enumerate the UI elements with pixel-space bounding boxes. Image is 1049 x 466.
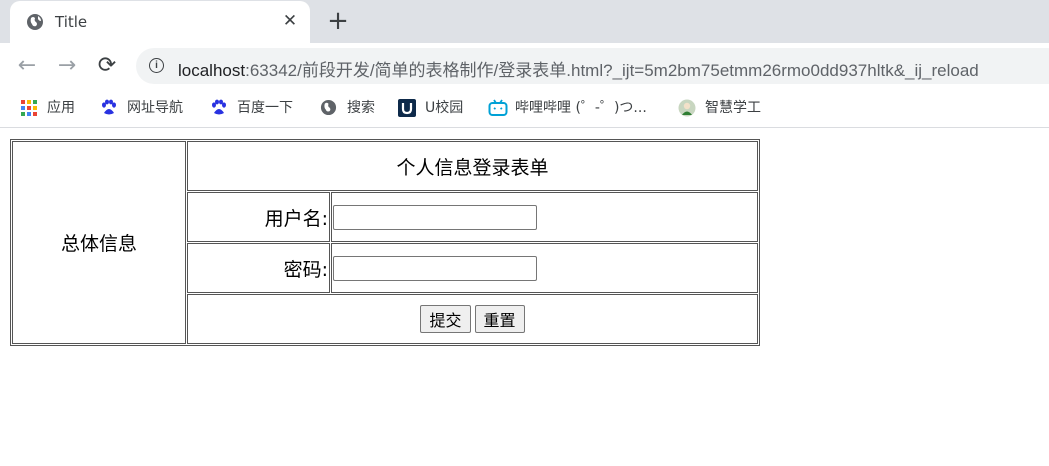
bookmark-label: 百度一下 — [237, 100, 293, 116]
username-label: 用户名: — [264, 207, 328, 230]
new-tab-button[interactable]: + — [324, 7, 352, 35]
bookmark-zhihui[interactable]: 智慧学工 — [678, 89, 761, 125]
username-input[interactable] — [333, 204, 537, 230]
password-label: 密码: — [283, 258, 328, 281]
bookmark-label: 哔哩哔哩 (゜-゜)つ... — [515, 100, 647, 116]
forward-icon[interactable]: → — [53, 53, 81, 79]
back-icon[interactable]: ← — [13, 53, 41, 79]
tab-strip: Title ✕ + — [0, 0, 1049, 43]
login-form-table: 总体信息 个人信息登录表单 用户名: 密码: 提交 重置 — [10, 139, 760, 346]
bilibili-tv-icon — [488, 99, 508, 116]
browser-toolbar: ← → ⟳ i localhost:63342/前段开发/简单的表格制作/登录表… — [0, 43, 1049, 89]
submit-button[interactable]: 提交 — [420, 305, 471, 333]
globe-icon — [26, 13, 44, 35]
summary-cell: 总体信息 — [12, 141, 186, 344]
baidu-paw-icon — [210, 99, 227, 116]
bookmark-baidu[interactable]: 百度一下 — [210, 89, 293, 125]
bookmark-bilibili[interactable]: 哔哩哔哩 (゜-゜)つ... — [488, 89, 647, 125]
bookmark-label: 搜索 — [347, 100, 375, 116]
close-icon[interactable]: ✕ — [278, 9, 302, 33]
address-bar[interactable]: i localhost:63342/前段开发/简单的表格制作/登录表单.html… — [136, 48, 1049, 84]
globe-icon — [320, 99, 337, 116]
apps-grid-icon — [20, 99, 37, 116]
tab-title: Title — [55, 13, 88, 31]
username-label-cell: 用户名: — [187, 192, 330, 242]
password-input[interactable] — [333, 255, 537, 281]
bookmark-label: 智慧学工 — [705, 100, 761, 116]
bookmark-label: U校园 — [425, 100, 464, 116]
buttons-cell: 提交 重置 — [187, 294, 758, 344]
url-text: localhost:63342/前段开发/简单的表格制作/登录表单.html?_… — [178, 56, 979, 81]
baidu-paw-icon — [100, 99, 117, 116]
bookmark-label: 网址导航 — [127, 100, 183, 116]
bookmark-label: 应用 — [47, 100, 75, 116]
browser-tab[interactable]: Title ✕ — [10, 1, 310, 43]
bookmarks-bar: 应用 网址导航 百度一下 搜索 U校园 哔哩哔哩 (゜-゜)つ... 智慧学工 — [0, 89, 1049, 128]
url-path: :63342/前段开发/简单的表格制作/登录表单.html?_ijt=5m2bm… — [245, 61, 979, 80]
password-label-cell: 密码: — [187, 243, 330, 293]
bookmark-uxiaoyuan[interactable]: U校园 — [398, 89, 463, 125]
reset-button[interactable]: 重置 — [474, 305, 525, 333]
bookmark-nav[interactable]: 网址导航 — [100, 89, 183, 125]
avatar-icon — [678, 99, 696, 116]
url-host: localhost — [178, 61, 246, 80]
bookmark-search[interactable]: 搜索 — [320, 89, 375, 125]
reload-icon[interactable]: ⟳ — [93, 53, 121, 79]
username-input-cell — [331, 192, 758, 242]
bookmark-apps[interactable]: 应用 — [20, 89, 75, 125]
summary-label: 总体信息 — [60, 233, 137, 255]
password-input-cell — [331, 243, 758, 293]
info-icon[interactable]: i — [149, 58, 164, 73]
form-title-cell: 个人信息登录表单 — [187, 141, 758, 191]
u-logo-icon — [398, 98, 416, 117]
form-title: 个人信息登录表单 — [396, 156, 549, 179]
